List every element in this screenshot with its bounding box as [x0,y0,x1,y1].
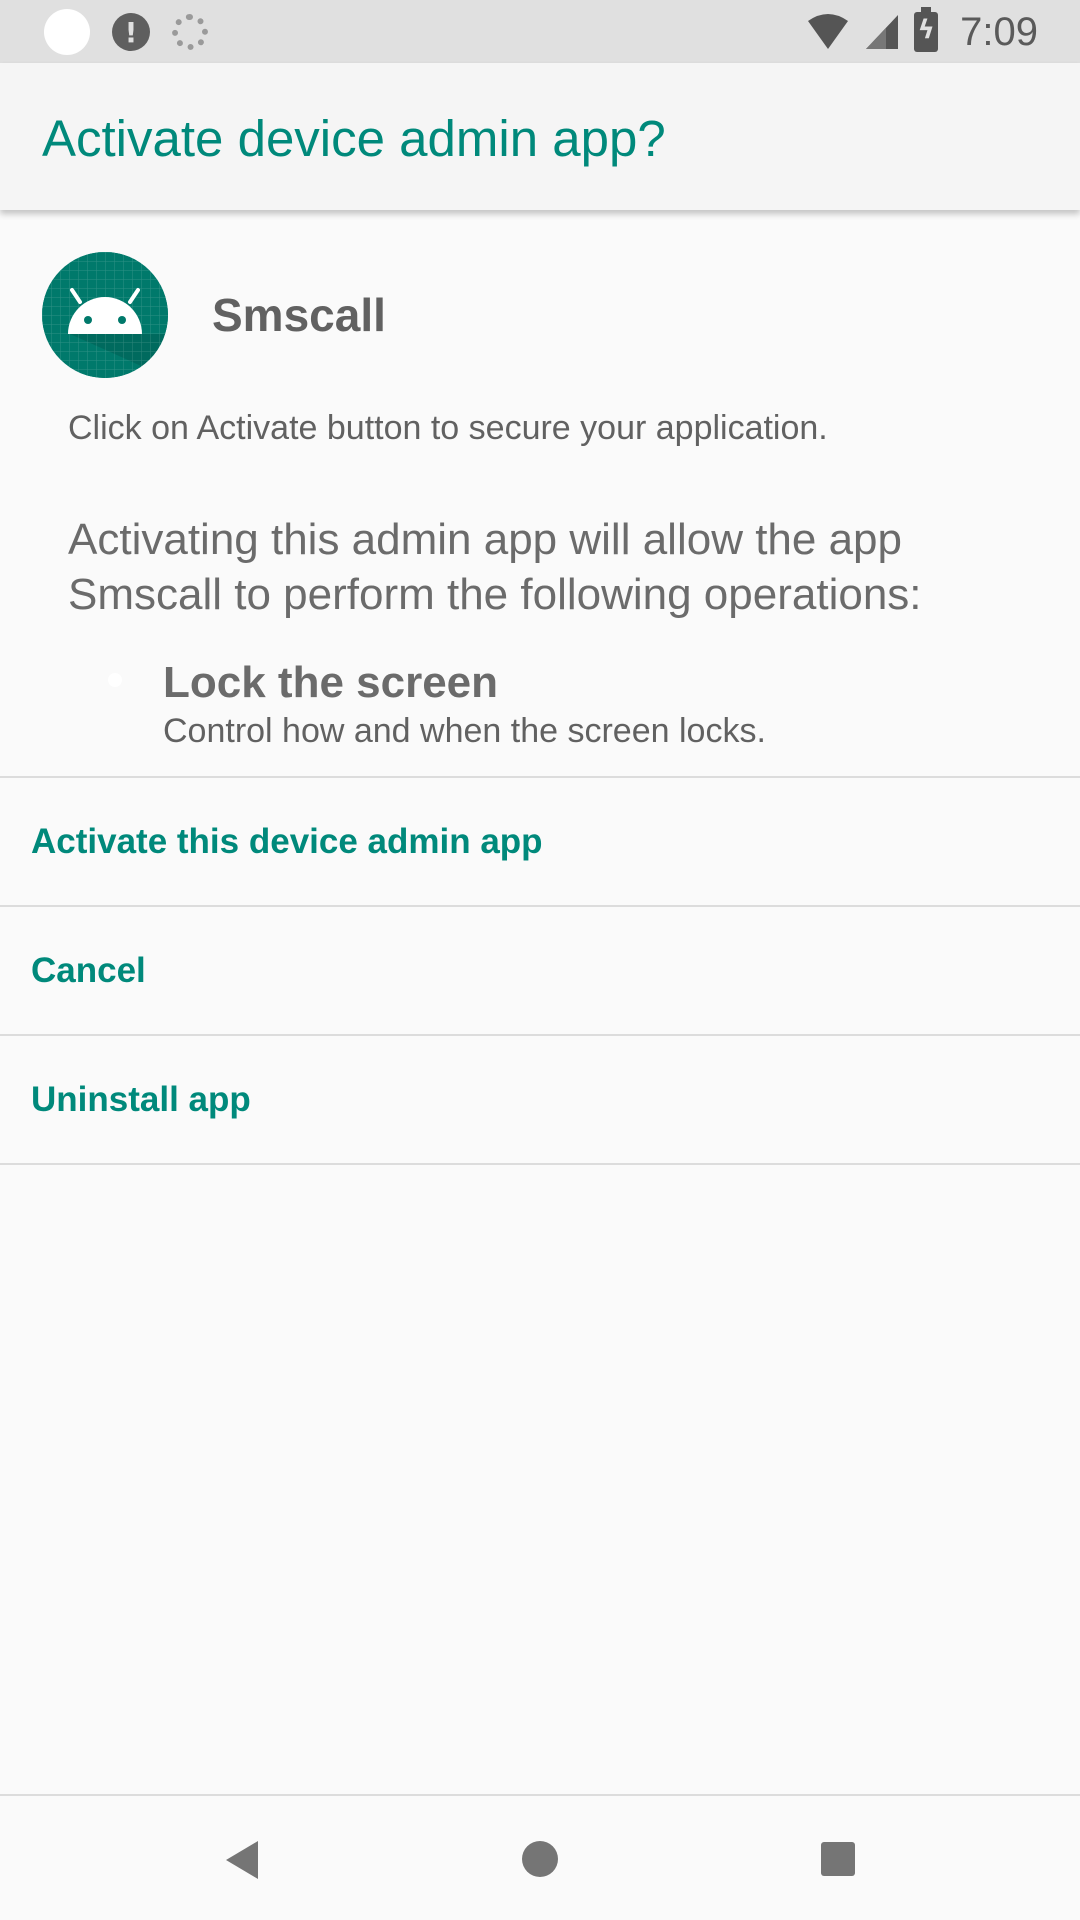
divider [0,1163,1080,1165]
activate-button-label: Activate this device admin app [31,822,543,861]
notification-dot-icon [44,9,90,55]
home-icon[interactable] [522,1841,558,1877]
activate-button[interactable]: Activate this device admin app [0,776,1080,905]
app-bar: Activate device admin app? [0,63,1080,210]
app-name: Smscall [212,289,386,341]
app-description: Click on Activate button to secure your … [68,409,828,447]
policy-title: Lock the screen [163,658,499,707]
app-info: Smscall [42,252,386,378]
sync-icon [172,14,208,50]
navigation-bar [0,1794,1080,1920]
recents-icon[interactable] [821,1842,855,1876]
android-icon [42,252,168,378]
status-bar: ! ϟ 7:09 [0,0,1080,63]
cancel-button-label: Cancel [31,951,146,990]
policy-description: Control how and when the screen locks. [163,712,766,750]
clock: 7:09 [960,9,1038,54]
signal-icon [866,15,899,49]
status-bar-system: ϟ 7:09 [806,7,1038,56]
uninstall-button-label: Uninstall app [31,1080,251,1119]
back-icon[interactable] [226,1841,258,1879]
wifi-icon [808,14,849,49]
battery-charging-icon: ϟ [914,7,939,52]
admin-intro-text: Activating this admin app will allow the… [68,515,922,619]
page-title: Activate device admin app? [42,110,666,167]
status-bar-notifications: ! [44,9,208,55]
uninstall-button[interactable]: Uninstall app [0,1034,1080,1163]
bullet-icon [108,673,122,687]
alert-icon: ! [112,13,150,51]
cancel-button[interactable]: Cancel [0,905,1080,1034]
